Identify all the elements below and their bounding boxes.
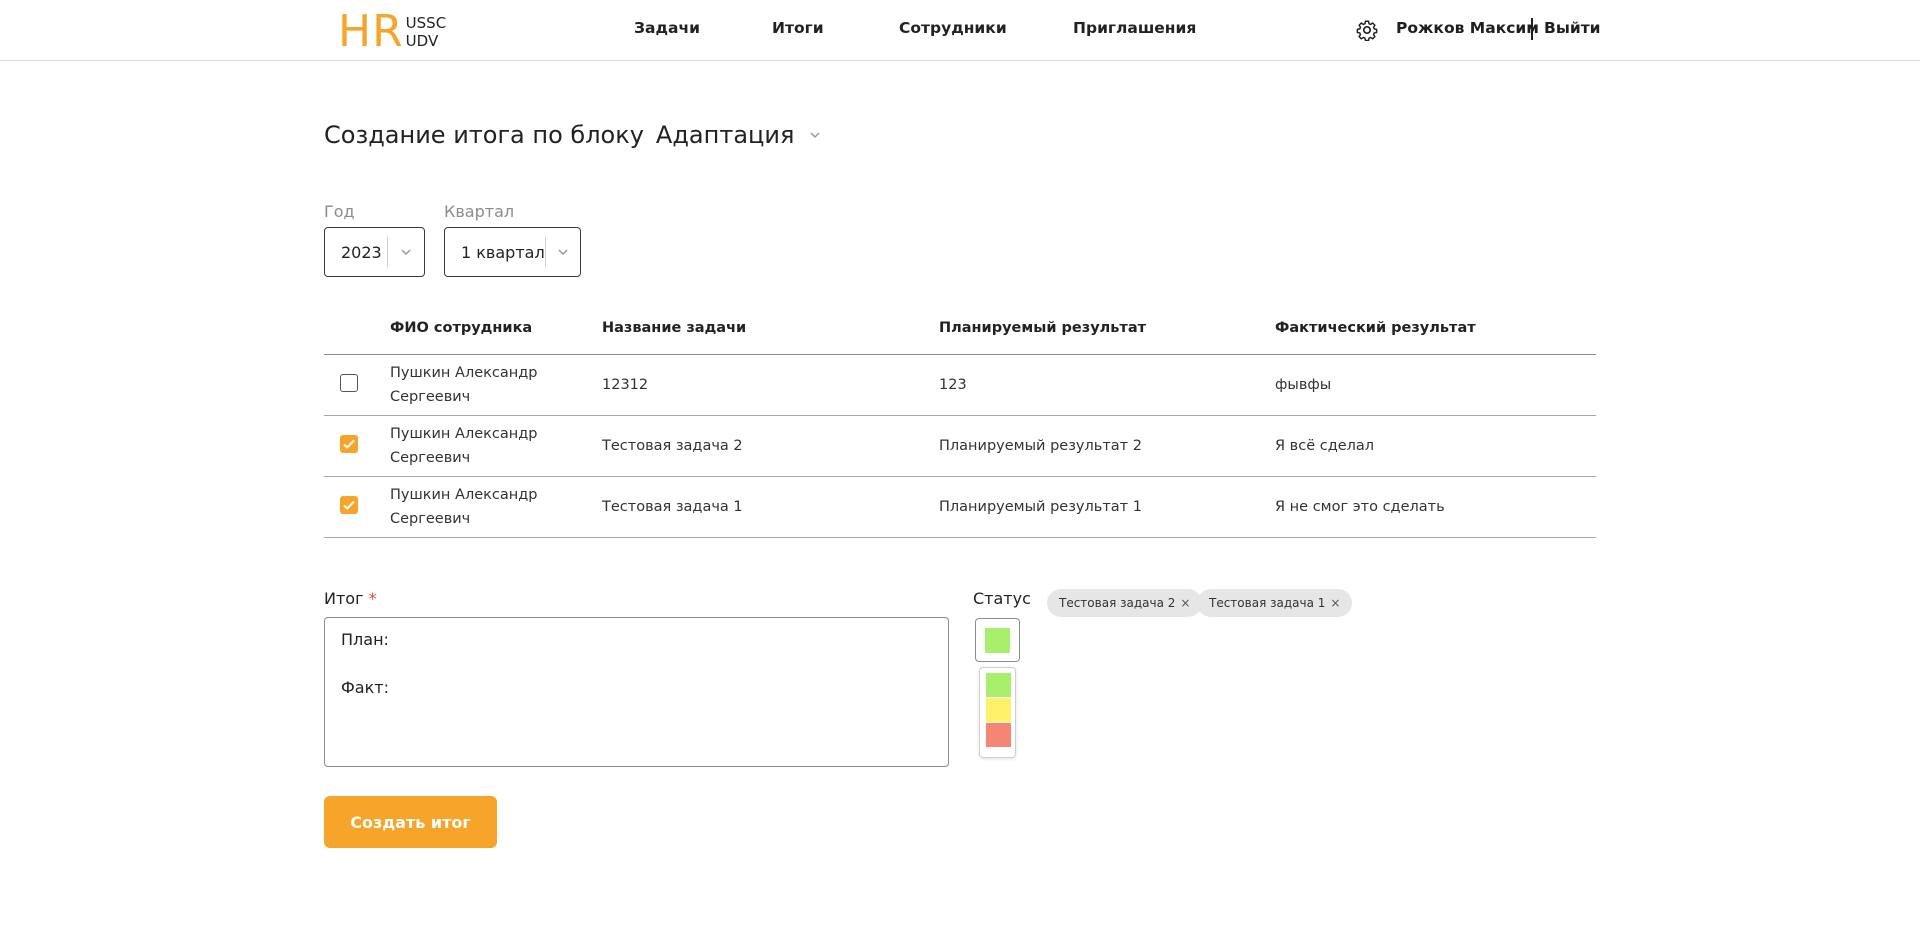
col-planned: Планируемый результат xyxy=(939,320,1147,336)
page-title-text: Создание итога по блоку xyxy=(324,121,644,149)
task-tag-label: Тестовая задача 2 xyxy=(1059,596,1176,610)
result-label: Итог * xyxy=(324,589,377,608)
logo-ussc: USSC xyxy=(405,14,447,32)
task-tag: Тестовая задача 2 × xyxy=(1047,589,1203,617)
status-option-green[interactable] xyxy=(986,673,1011,697)
nav-employees[interactable]: Сотрудники xyxy=(899,19,1007,37)
cell-planned: 123 xyxy=(939,377,967,393)
chevron-down-icon[interactable] xyxy=(808,128,822,142)
quarter-select[interactable]: 1 квартал xyxy=(444,227,581,277)
top-header: HR USSC UDV Задачи Итоги Сотрудники Приг… xyxy=(0,0,1920,61)
table-row[interactable]: Пушкин Александр Сергеевич 12312 123 фыв… xyxy=(324,355,1596,416)
nav-results[interactable]: Итоги xyxy=(772,19,824,37)
col-actual: Фактический результат xyxy=(1275,320,1476,336)
chevron-down-icon xyxy=(401,249,411,256)
row-checkbox[interactable] xyxy=(340,496,358,514)
status-dropdown xyxy=(979,667,1016,758)
row-checkbox[interactable] xyxy=(340,435,358,453)
cell-task: 12312 xyxy=(602,377,649,393)
col-task: Название задачи xyxy=(602,320,747,336)
checkmark-icon xyxy=(343,500,355,510)
year-select-value: 2023 xyxy=(341,242,382,262)
cell-task: Тестовая задача 2 xyxy=(602,438,743,454)
status-selected-swatch xyxy=(985,627,1010,653)
tag-remove-icon[interactable]: × xyxy=(1330,596,1340,610)
cell-employee: Пушкин Александр Сергеевич xyxy=(390,487,538,527)
row-checkbox[interactable] xyxy=(340,374,358,392)
cell-employee: Пушкин Александр Сергеевич xyxy=(390,426,538,466)
settings-gear-icon[interactable] xyxy=(1356,19,1378,41)
result-label-text: Итог xyxy=(324,589,364,608)
year-select[interactable]: 2023 xyxy=(324,227,425,277)
task-tag-label: Тестовая задача 1 xyxy=(1209,596,1326,610)
col-employee: ФИО сотрудника xyxy=(390,320,533,336)
quarter-select-value: 1 квартал xyxy=(461,242,545,262)
cell-employee: Пушкин Александр Сергеевич xyxy=(390,365,538,405)
tag-remove-icon[interactable]: × xyxy=(1180,596,1190,610)
page-title: Создание итога по блоку Адаптация xyxy=(324,121,822,149)
status-option-yellow[interactable] xyxy=(986,698,1011,722)
create-result-button[interactable]: Создать итог xyxy=(324,796,497,848)
tasks-table: ФИО сотрудника Название задачи Планируем… xyxy=(324,315,1596,538)
status-label: Статус xyxy=(973,589,1031,608)
year-label: Год xyxy=(324,202,355,221)
quarter-label: Квартал xyxy=(444,202,515,221)
status-select[interactable] xyxy=(975,618,1020,662)
logo-hr: HR xyxy=(338,6,404,57)
cell-actual: фывфы xyxy=(1275,377,1332,393)
user-name[interactable]: Рожков Максим xyxy=(1396,19,1539,37)
table-header-row: ФИО сотрудника Название задачи Планируем… xyxy=(324,315,1596,355)
logo-udv: UDV xyxy=(405,32,439,50)
cell-planned: Планируемый результат 1 xyxy=(939,499,1142,515)
logo-subtext: USSC UDV xyxy=(406,14,447,50)
block-select-value[interactable]: Адаптация xyxy=(656,121,794,149)
header-divider xyxy=(1531,18,1533,40)
logo[interactable]: HR USSC UDV xyxy=(338,6,447,57)
nav-invitations[interactable]: Приглашения xyxy=(1073,19,1196,37)
quarter-select-chevron xyxy=(546,245,580,259)
cell-planned: Планируемый результат 2 xyxy=(939,438,1142,454)
result-textarea[interactable]: План: Факт: xyxy=(324,617,949,767)
table-row[interactable]: Пушкин Александр Сергеевич Тестовая зада… xyxy=(324,416,1596,477)
checkmark-icon xyxy=(343,439,355,449)
cell-actual: Я всё сделал xyxy=(1275,438,1375,454)
nav-tasks[interactable]: Задачи xyxy=(634,19,700,37)
required-mark: * xyxy=(368,589,377,608)
table-row[interactable]: Пушкин Александр Сергеевич Тестовая зада… xyxy=(324,477,1596,538)
year-select-chevron xyxy=(388,245,424,259)
logout-link[interactable]: Выйти xyxy=(1544,19,1601,37)
chevron-down-icon xyxy=(558,249,568,256)
task-tag: Тестовая задача 1 × xyxy=(1197,589,1353,617)
cell-task: Тестовая задача 1 xyxy=(602,499,743,515)
status-option-red[interactable] xyxy=(986,723,1011,747)
cell-actual: Я не смог это сделать xyxy=(1275,499,1445,515)
